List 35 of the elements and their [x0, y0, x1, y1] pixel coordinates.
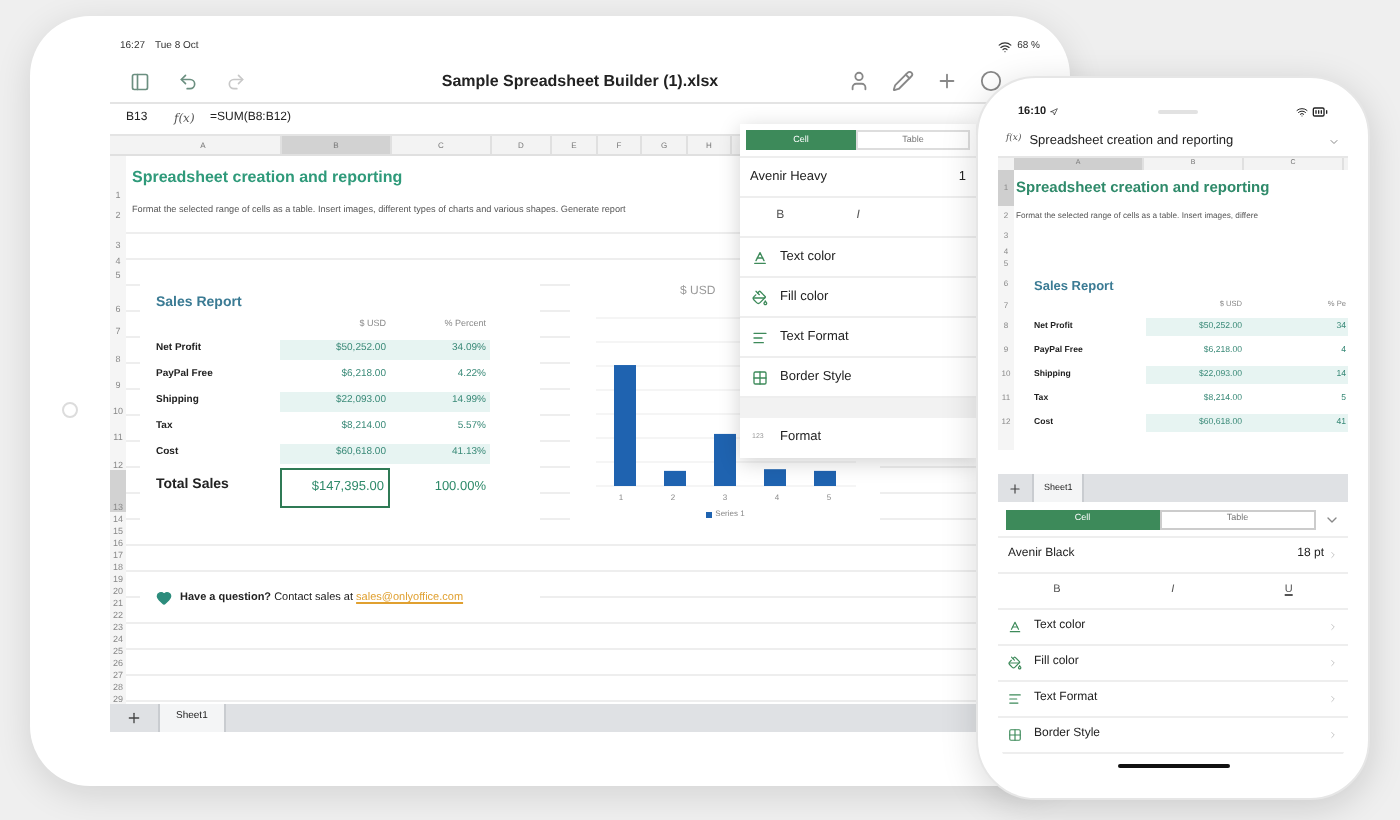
- chart-bar: [713, 433, 735, 486]
- add-sheet-icon[interactable]: [1008, 481, 1022, 495]
- chevron-right-icon: [1328, 694, 1338, 704]
- chart-bar: [813, 470, 835, 486]
- circle-icon[interactable]: [980, 70, 1002, 92]
- paint-bucket-icon: [1008, 656, 1022, 670]
- wifi-icon: [997, 40, 1012, 54]
- home-indicator: [1117, 764, 1229, 768]
- undo-icon[interactable]: [178, 71, 198, 91]
- align-left-icon: [752, 329, 768, 345]
- chevron-right-icon: [1328, 730, 1338, 740]
- battery-icon: [1311, 104, 1328, 120]
- document-title: Sample Spreadsheet Builder (1).xlsx: [441, 69, 719, 93]
- chevron-right-icon: [1328, 658, 1338, 668]
- wifi-icon: [1295, 106, 1308, 118]
- pencil-icon[interactable]: [892, 70, 914, 92]
- plus-icon[interactable]: [936, 70, 958, 92]
- heart-icon: [156, 590, 172, 606]
- sheet-title: Spreadsheet creation and reporting: [132, 166, 403, 190]
- paint-bucket-icon: [752, 289, 768, 305]
- legend-swatch: [705, 511, 712, 517]
- grid-icon: [752, 369, 768, 385]
- sidebar-icon[interactable]: [130, 71, 150, 91]
- add-sheet-icon[interactable]: [126, 710, 142, 726]
- chart-bar: [763, 469, 785, 486]
- align-left-icon: [1008, 692, 1022, 706]
- text-color-icon: [1008, 620, 1022, 634]
- text-color-icon: [752, 249, 768, 265]
- user-icon[interactable]: [848, 70, 870, 92]
- chevron-right-icon: [1328, 550, 1338, 560]
- grid-icon: [1008, 728, 1022, 742]
- chart-bar: [613, 365, 635, 486]
- chart-bar: [663, 470, 685, 486]
- location-arrow-icon: [1050, 108, 1059, 116]
- chevron-right-icon: [1328, 622, 1338, 632]
